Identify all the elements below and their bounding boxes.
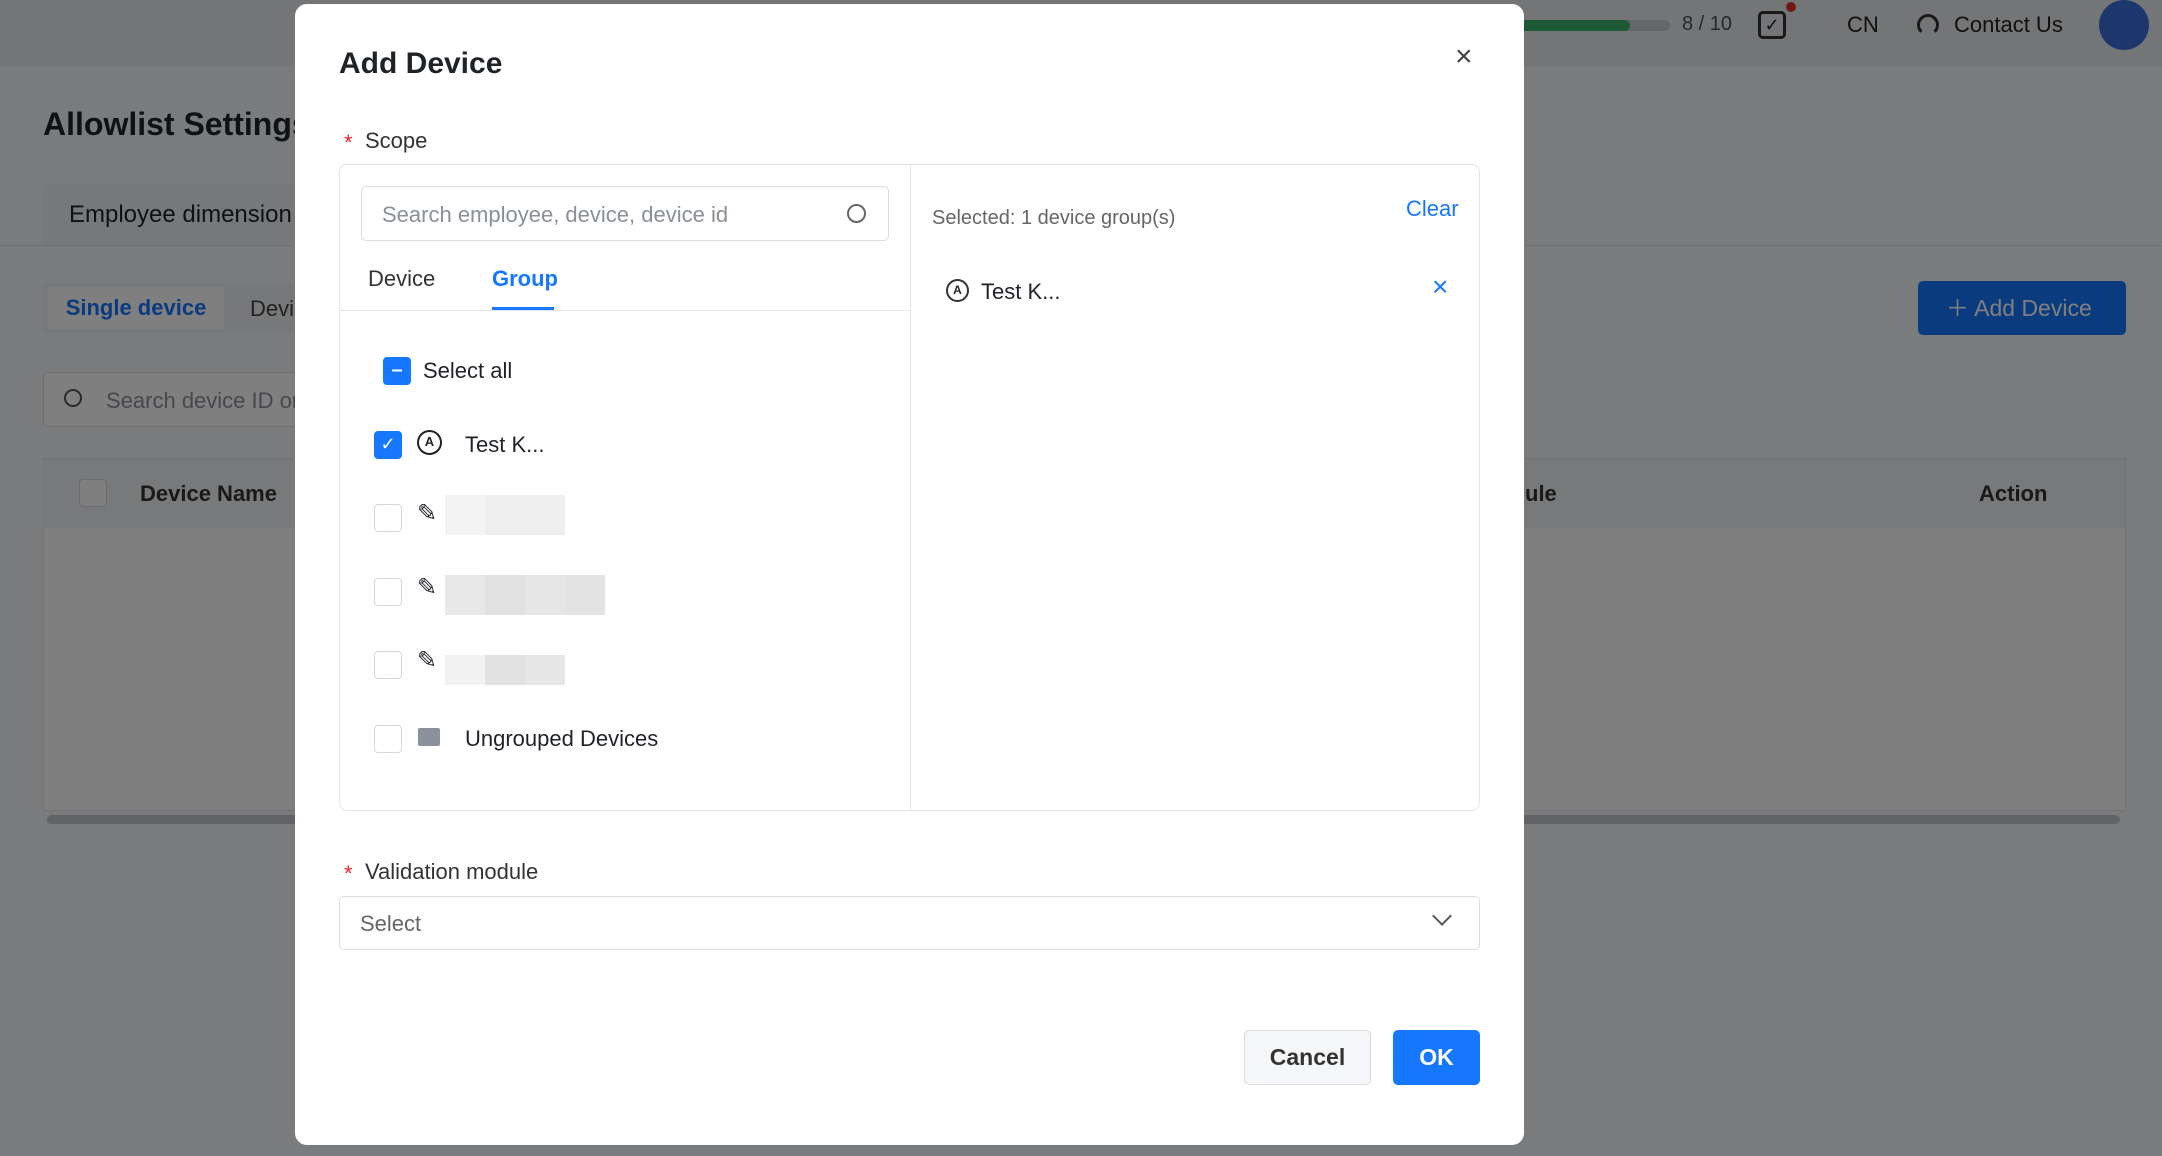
group-auto-icon: A: [946, 279, 969, 302]
required-asterisk: *: [344, 130, 353, 155]
group-label[interactable]: Test K...: [465, 432, 544, 458]
cancel-button[interactable]: Cancel: [1244, 1030, 1371, 1085]
group-checkbox[interactable]: [374, 578, 402, 606]
close-icon[interactable]: ×: [1455, 40, 1473, 74]
group-checkbox[interactable]: [374, 725, 402, 753]
remove-selected-icon[interactable]: ×: [1432, 271, 1448, 303]
selected-item-label: Test K...: [981, 279, 1061, 304]
redacted-group-name: [445, 575, 605, 615]
tab-device[interactable]: Device: [368, 266, 435, 292]
redacted-group-name: [445, 655, 565, 685]
pencil-icon: ✎: [417, 574, 438, 601]
scope-search-input[interactable]: Search employee, device, device id: [361, 186, 889, 241]
group-checkbox[interactable]: [374, 504, 402, 532]
transfer-divider: [910, 165, 911, 810]
scope-transfer: Search employee, device, device id Devic…: [339, 164, 1480, 811]
pencil-icon: ✎: [417, 647, 438, 674]
pencil-icon: ✎: [417, 500, 438, 527]
ok-button[interactable]: OK: [1393, 1030, 1480, 1085]
tabs-underline: [340, 310, 910, 311]
dialog-title: Add Device: [339, 47, 503, 80]
chevron-down-icon: [1432, 906, 1452, 926]
clear-button[interactable]: Clear: [1406, 196, 1459, 222]
group-checkbox[interactable]: [374, 651, 402, 679]
group-auto-icon: A: [417, 430, 442, 455]
add-device-dialog: Add Device × * Scope Search employee, de…: [295, 4, 1524, 1145]
select-all-label: Select all: [423, 358, 513, 383]
selected-summary: Selected: 1 device group(s): [932, 207, 1176, 229]
validation-module-label: Validation module: [365, 859, 539, 884]
folder-icon: [418, 728, 440, 746]
active-tab-indicator: [492, 307, 554, 310]
redacted-group-name: [445, 495, 565, 535]
select-all-checkbox[interactable]: –: [383, 357, 411, 385]
search-icon: [847, 204, 866, 223]
required-asterisk: *: [344, 861, 353, 886]
group-label[interactable]: Ungrouped Devices: [465, 726, 658, 752]
group-checkbox[interactable]: ✓: [374, 431, 402, 459]
scope-label: Scope: [365, 128, 428, 153]
tab-group[interactable]: Group: [492, 266, 558, 292]
validation-module-select[interactable]: Select: [339, 896, 1480, 950]
